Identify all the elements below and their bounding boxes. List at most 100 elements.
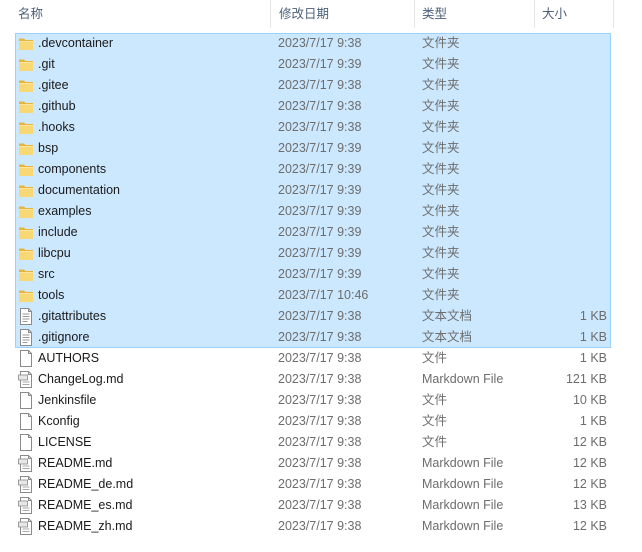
file-name: libcpu	[38, 246, 71, 260]
file-modified-date: 2023/7/17 9:38	[278, 519, 362, 533]
file-row[interactable]: .github 2023/7/17 9:38 文件夹	[0, 96, 642, 117]
file-name: Kconfig	[38, 414, 80, 428]
file-modified-date: 2023/7/17 9:39	[278, 141, 362, 155]
file-type: 文件夹	[422, 246, 460, 260]
folder-icon	[18, 35, 34, 52]
file-modified-date: 2023/7/17 9:39	[278, 204, 362, 218]
file-modified-date: 2023/7/17 9:39	[278, 246, 362, 260]
file-name: examples	[38, 204, 92, 218]
file-type: 文件夹	[422, 204, 460, 218]
file-modified-date: 2023/7/17 9:38	[278, 78, 362, 92]
file-size: 12 KB	[572, 477, 607, 491]
folder-icon	[18, 182, 34, 199]
file-size: 12 KB	[572, 456, 607, 470]
column-header: 名称 修改日期 类型 大小	[0, 0, 642, 28]
folder-icon	[18, 56, 34, 73]
file-name: .git	[38, 57, 55, 71]
file-name: AUTHORS	[38, 351, 100, 365]
file-name: LICENSE	[38, 435, 92, 449]
file-name: components	[38, 162, 107, 176]
file-row[interactable]: README.md 2023/7/17 9:38 Markdown File 12 K…	[0, 453, 642, 474]
column-header-size[interactable]: 大小	[534, 0, 614, 28]
file-row[interactable]: .gitee 2023/7/17 9:38 文件夹	[0, 75, 642, 96]
file-row[interactable]: .git 2023/7/17 9:39 文件夹	[0, 54, 642, 75]
file-modified-date: 2023/7/17 9:38	[278, 351, 362, 365]
column-header-size-label: 大小	[542, 7, 568, 21]
file-icon	[18, 350, 34, 367]
file-type: 文件夹	[422, 288, 460, 302]
file-row[interactable]: documentation 2023/7/17 9:39 文件夹	[0, 180, 642, 201]
file-modified-date: 2023/7/17 9:39	[278, 225, 362, 239]
file-type: Markdown File	[422, 456, 504, 470]
file-type: 文件夹	[422, 99, 460, 113]
file-row[interactable]: include 2023/7/17 9:39 文件夹	[0, 222, 642, 243]
file-row[interactable]: README_de.md 2023/7/17 9:38 Markdown File 1…	[0, 474, 642, 495]
file-row[interactable]: tools 2023/7/17 10:46 文件夹	[0, 285, 642, 306]
file-row[interactable]: README_zh.md 2023/7/17 9:38 Markdown File 1…	[0, 516, 642, 537]
file-row[interactable]: AUTHORS 2023/7/17 9:38 文件 1 KB	[0, 348, 642, 369]
folder-icon	[18, 266, 34, 283]
file-type: 文件夹	[422, 78, 460, 92]
file-size: 1 KB	[579, 414, 607, 428]
file-modified-date: 2023/7/17 9:38	[278, 372, 362, 386]
file-name: src	[38, 267, 55, 281]
file-modified-date: 2023/7/17 9:38	[278, 36, 362, 50]
file-size: 12 KB	[572, 519, 607, 533]
file-name: README.md	[38, 456, 113, 470]
file-name: .gitignore	[38, 330, 90, 344]
file-type: Markdown File	[422, 519, 504, 533]
column-header-type-label: 类型	[422, 7, 448, 21]
file-row[interactable]: README_es.md 2023/7/17 9:38 Markdown File 1…	[0, 495, 642, 516]
folder-icon	[18, 77, 34, 94]
file-modified-date: 2023/7/17 9:39	[278, 57, 362, 71]
file-type: 文件夹	[422, 57, 460, 71]
file-type: 文件	[422, 414, 448, 428]
column-header-name[interactable]: 名称	[0, 0, 270, 28]
file-name: README_es.md	[38, 498, 133, 512]
markdown-file-icon	[18, 455, 34, 472]
file-name: README_de.md	[38, 477, 134, 491]
column-header-date[interactable]: 修改日期	[270, 0, 415, 28]
file-type: Markdown File	[422, 372, 504, 386]
file-modified-date: 2023/7/17 9:39	[278, 267, 362, 281]
file-row[interactable]: .devcontainer 2023/7/17 9:38 文件夹	[0, 33, 642, 54]
file-size: 1 KB	[579, 330, 607, 344]
file-name: bsp	[38, 141, 59, 155]
file-type: 文件夹	[422, 225, 460, 239]
file-modified-date: 2023/7/17 9:38	[278, 120, 362, 134]
file-row[interactable]: libcpu 2023/7/17 9:39 文件夹	[0, 243, 642, 264]
file-name: README_zh.md	[38, 519, 133, 533]
file-modified-date: 2023/7/17 9:38	[278, 309, 362, 323]
file-row[interactable]: bsp 2023/7/17 9:39 文件夹	[0, 138, 642, 159]
file-type: 文本文档	[422, 309, 473, 323]
file-size: 121 KB	[565, 372, 607, 386]
file-name: .devcontainer	[38, 36, 114, 50]
file-row[interactable]: ChangeLog.md 2023/7/17 9:38 Markdown File 1…	[0, 369, 642, 390]
file-list: .devcontainer 2023/7/17 9:38 文件夹 .git 2023/7…	[0, 33, 642, 537]
file-row[interactable]: .hooks 2023/7/17 9:38 文件夹	[0, 117, 642, 138]
file-size: 1 KB	[579, 351, 607, 365]
file-size: 1 KB	[579, 309, 607, 323]
text-document-icon	[18, 308, 34, 325]
file-row[interactable]: LICENSE 2023/7/17 9:38 文件 12 KB	[0, 432, 642, 453]
file-modified-date: 2023/7/17 9:38	[278, 414, 362, 428]
file-name: .gitee	[38, 78, 69, 92]
file-row[interactable]: .gitignore 2023/7/17 9:38 文本文档 1 KB	[0, 327, 642, 348]
file-row[interactable]: components 2023/7/17 9:39 文件夹	[0, 159, 642, 180]
file-row[interactable]: .gitattributes 2023/7/17 9:38 文本文档 1 KB	[0, 306, 642, 327]
file-name: .hooks	[38, 120, 75, 134]
folder-icon	[18, 287, 34, 304]
column-header-type[interactable]: 类型	[414, 0, 535, 28]
file-row[interactable]: Kconfig 2023/7/17 9:38 文件 1 KB	[0, 411, 642, 432]
file-type: 文件夹	[422, 120, 460, 134]
file-row[interactable]: examples 2023/7/17 9:39 文件夹	[0, 201, 642, 222]
file-name: .gitattributes	[38, 309, 107, 323]
file-name: Jenkinsfile	[38, 393, 97, 407]
file-type: 文件夹	[422, 162, 460, 176]
text-document-icon	[18, 329, 34, 346]
file-row[interactable]: Jenkinsfile 2023/7/17 9:38 文件 10 KB	[0, 390, 642, 411]
file-size: 13 KB	[572, 498, 607, 512]
file-row[interactable]: src 2023/7/17 9:39 文件夹	[0, 264, 642, 285]
file-type: 文件夹	[422, 183, 460, 197]
markdown-file-icon	[18, 497, 34, 514]
